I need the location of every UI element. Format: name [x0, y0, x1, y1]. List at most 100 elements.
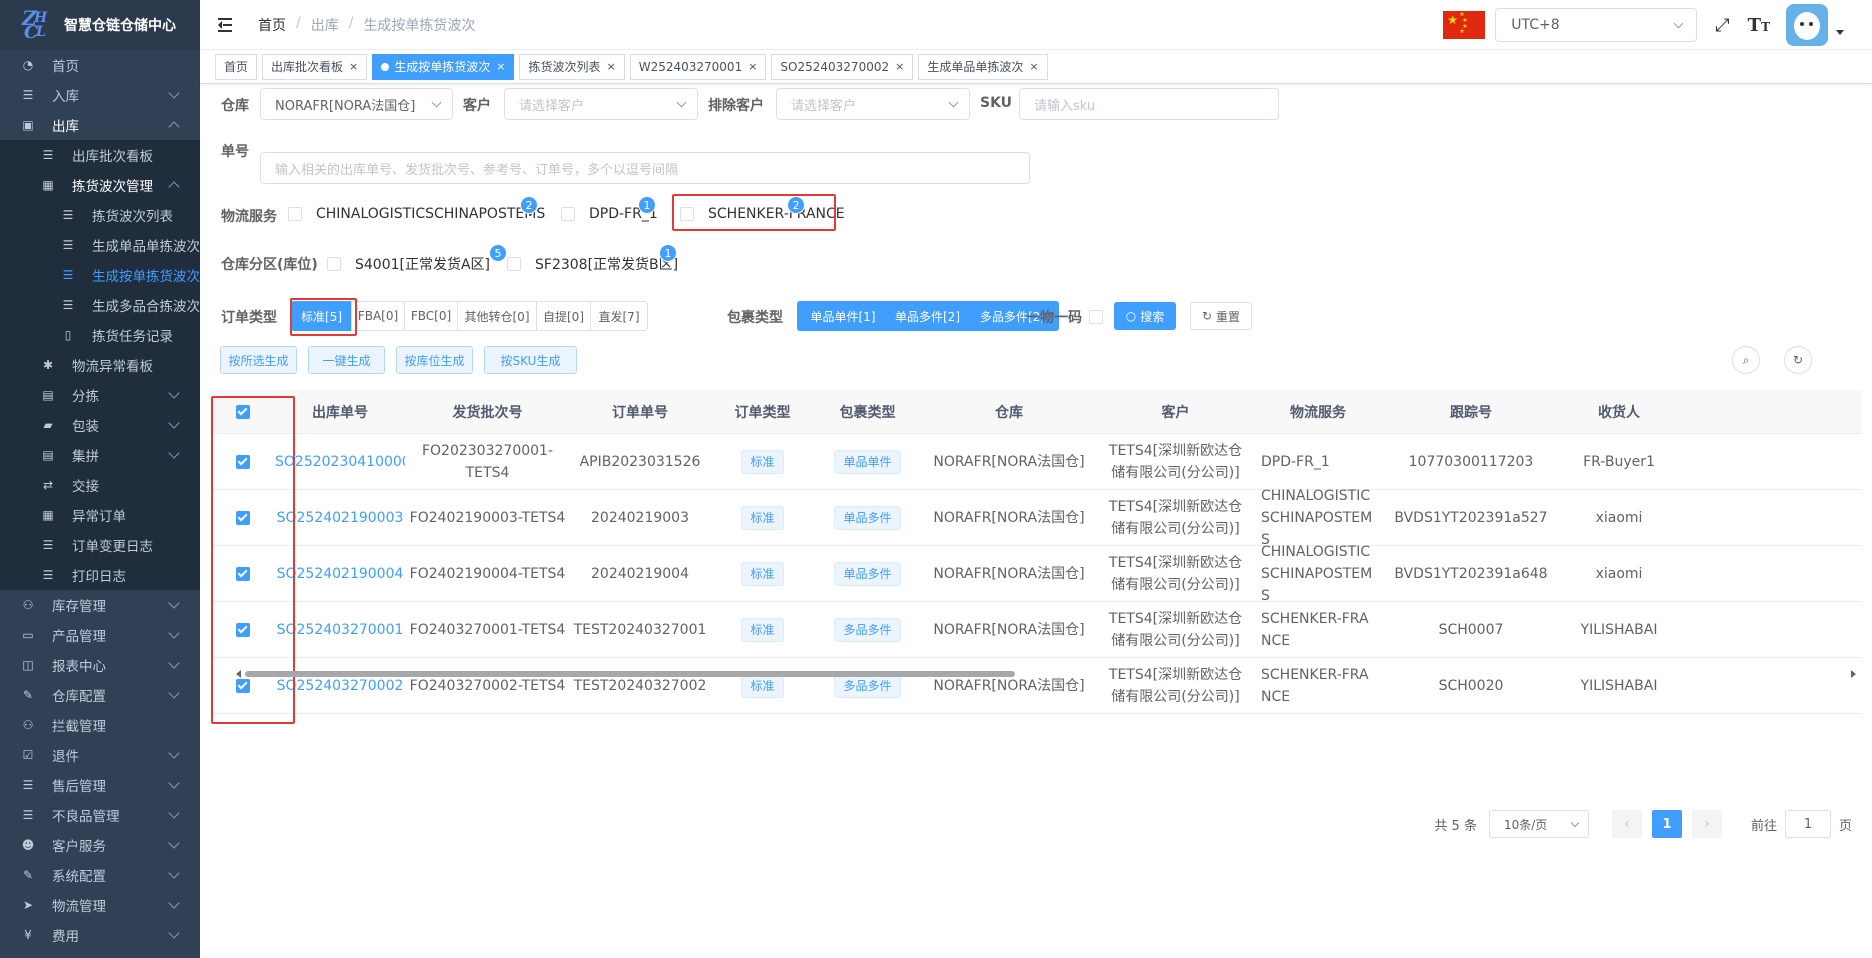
fullscreen-icon[interactable]: ⤢: [1715, 15, 1729, 36]
sidebar-item[interactable]: ¥ 费用: [0, 920, 200, 950]
table-row[interactable]: SO25202304100002FO202303270001-TETS4APIB…: [210, 434, 1862, 490]
sidebar-item[interactable]: ☰ 生成按单拣货波次: [0, 260, 200, 290]
order-type-option[interactable]: 直发[7]: [590, 301, 648, 331]
package-type-option[interactable]: 单品多件[2]: [888, 301, 967, 331]
avatar[interactable]: [1786, 4, 1828, 46]
sidebar-item[interactable]: ◔ 首页: [0, 50, 200, 80]
order-type-option[interactable]: 其他转仓[0]: [457, 301, 537, 331]
zone-option-sf2308[interactable]: SF2308[正常发货B区]: [507, 254, 678, 274]
generate-selected-button[interactable]: 按所选生成: [220, 346, 297, 374]
caret-down-icon[interactable]: [1836, 29, 1844, 35]
generate-by-location-button[interactable]: 按库位生成: [396, 346, 473, 374]
close-icon[interactable]: ×: [748, 60, 757, 73]
page-size-select[interactable]: 10条/页: [1488, 810, 1589, 838]
sidebar-item[interactable]: ▤ 分拣: [0, 380, 200, 410]
sidebar-item[interactable]: ☰ 打印日志: [0, 560, 200, 590]
china-flag-icon[interactable]: ★ ★ ★ ★ ★: [1443, 11, 1486, 39]
horizontal-scrollbar[interactable]: [210, 669, 1862, 679]
sidebar-item[interactable]: ✎ 系统配置: [0, 860, 200, 890]
sidebar-item[interactable]: ▯ 拣货任务记录: [0, 320, 200, 350]
sidebar-item[interactable]: ☰ 出库批次看板: [0, 140, 200, 170]
tab[interactable]: 出库批次看板 ×: [262, 53, 368, 80]
table-row[interactable]: SO252403270001 FO2403270001-TETS4 TEST2024…: [210, 602, 1862, 658]
sidebar-item[interactable]: ☰ 售后管理: [0, 770, 200, 800]
sidebar-item[interactable]: ✱ 物流异常看板: [0, 350, 200, 380]
sidebar-item[interactable]: ◫ 报表中心: [0, 650, 200, 680]
breadcrumb-outbound[interactable]: 出库: [311, 15, 339, 35]
prev-page-button[interactable]: ‹: [1611, 810, 1642, 838]
table-row[interactable]: SO252403270002 FO2403270002-TETS4 TEST2024…: [210, 658, 1862, 714]
sku-input[interactable]: 请输入sku: [1019, 88, 1279, 120]
sidebar-item[interactable]: ⚇ 库存管理: [0, 590, 200, 620]
tab[interactable]: 拣货波次列表 ×: [519, 53, 625, 80]
tab-label: W252403270001: [638, 59, 743, 74]
sidebar-item[interactable]: ☰ 订单变更日志: [0, 530, 200, 560]
checkbox[interactable]: [327, 257, 341, 271]
reset-button[interactable]: ↻ 重置: [1190, 302, 1252, 330]
close-icon[interactable]: ×: [1029, 60, 1038, 73]
sidebar-item[interactable]: ▦ 异常订单: [0, 500, 200, 530]
sidebar-item[interactable]: ☻ 客户服务: [0, 830, 200, 860]
sidebar-item[interactable]: ⚇ 拦截管理: [0, 710, 200, 740]
sidebar-item[interactable]: ▤ 集拼: [0, 440, 200, 470]
cell-order-type: 标准: [710, 505, 815, 530]
cell-order-type: 标准: [710, 561, 815, 586]
checkbox[interactable]: [561, 207, 575, 221]
sidebar-item[interactable]: ➤ 物流管理: [0, 890, 200, 920]
timezone-select[interactable]: UTC+8: [1495, 8, 1698, 42]
next-page-button[interactable]: ›: [1691, 810, 1722, 838]
checkbox[interactable]: [507, 257, 521, 271]
package-type-option[interactable]: 单品单件[1]: [797, 301, 889, 331]
checkbox[interactable]: [288, 207, 302, 221]
scroll-left-icon[interactable]: [236, 670, 241, 678]
tab[interactable]: 生成单品单拣波次 ×: [918, 53, 1048, 80]
sidebar-item[interactable]: ▭ 产品管理: [0, 620, 200, 650]
tab[interactable]: 生成按单拣货波次 ×: [372, 53, 515, 80]
sidebar-item[interactable]: ⇄ 交接: [0, 470, 200, 500]
tab[interactable]: SO252403270002 ×: [771, 53, 914, 80]
cell-logistics: DPD-FR_1: [1261, 453, 1330, 470]
search-button[interactable]: ○ 搜索: [1114, 302, 1176, 330]
generate-by-sku-button[interactable]: 按SKU生成: [484, 346, 577, 374]
exclude-customer-select[interactable]: 请选择客户: [776, 88, 970, 120]
warehouse-select[interactable]: NORAFR[NORA法国仓]: [260, 88, 453, 120]
one-click-generate-button[interactable]: 一键生成: [308, 346, 385, 374]
menu-toggle-icon[interactable]: [218, 17, 236, 32]
close-icon[interactable]: ×: [349, 60, 358, 73]
zone-option-s4001[interactable]: S4001[正常发货A区]: [327, 254, 490, 274]
order-type-option[interactable]: 自提[0]: [536, 301, 591, 331]
table-row[interactable]: SO252402190003 FO2402190003-TETS4 20240219…: [210, 488, 1862, 548]
page-button[interactable]: 1: [1651, 810, 1682, 838]
font-size-icon[interactable]: TT: [1748, 15, 1770, 36]
sidebar-item[interactable]: ▰ 包装: [0, 410, 200, 440]
close-icon[interactable]: ×: [895, 60, 904, 73]
sidebar-item[interactable]: ☰ 入库: [0, 80, 200, 110]
order-type-option[interactable]: FBA[0]: [351, 301, 405, 331]
scroll-right-icon[interactable]: [1851, 670, 1856, 678]
sidebar-item[interactable]: ☰ 不良品管理: [0, 800, 200, 830]
tab-label: SO252403270002: [780, 59, 890, 74]
sidebar-item[interactable]: ▦ 拣货波次管理: [0, 170, 200, 200]
order-type-option[interactable]: FBC[0]: [404, 301, 458, 331]
refresh-icon[interactable]: ↻: [1784, 346, 1812, 374]
close-icon[interactable]: ×: [607, 60, 616, 73]
order-no-input[interactable]: 输入相关的出库单号、发货批次号、参考号、订单号，多个以逗号间隔: [260, 152, 1030, 184]
doc-icon: ▤: [42, 448, 54, 462]
search-icon[interactable]: ⌕: [1732, 346, 1760, 374]
sidebar-item[interactable]: ☰ 生成单品单拣波次: [0, 230, 200, 260]
sidebar-item[interactable]: ☰ 拣货波次列表: [0, 200, 200, 230]
table-row[interactable]: SO252402190004 FO2402190004-TETS4 20240219…: [210, 544, 1862, 604]
breadcrumb-home[interactable]: 首页: [258, 15, 286, 35]
sidebar-item[interactable]: ▣ 出库: [0, 110, 200, 140]
sidebar-item[interactable]: ☑ 退件: [0, 740, 200, 770]
logistics-option-chinapost[interactable]: CHINALOGISTICSCHINAPOSTEMS: [288, 206, 545, 222]
close-icon[interactable]: ×: [496, 60, 505, 73]
tab[interactable]: W252403270001 ×: [629, 53, 767, 80]
goto-page-input[interactable]: 1: [1784, 810, 1831, 838]
one-code-checkbox[interactable]: [1089, 310, 1103, 324]
tab[interactable]: 首页: [215, 53, 258, 80]
scroll-thumb[interactable]: [245, 671, 1015, 677]
customer-select[interactable]: 请选择客户: [504, 88, 698, 120]
sidebar-item[interactable]: ✎ 仓库配置: [0, 680, 200, 710]
sidebar-item[interactable]: ☰ 生成多品合拣波次: [0, 290, 200, 320]
